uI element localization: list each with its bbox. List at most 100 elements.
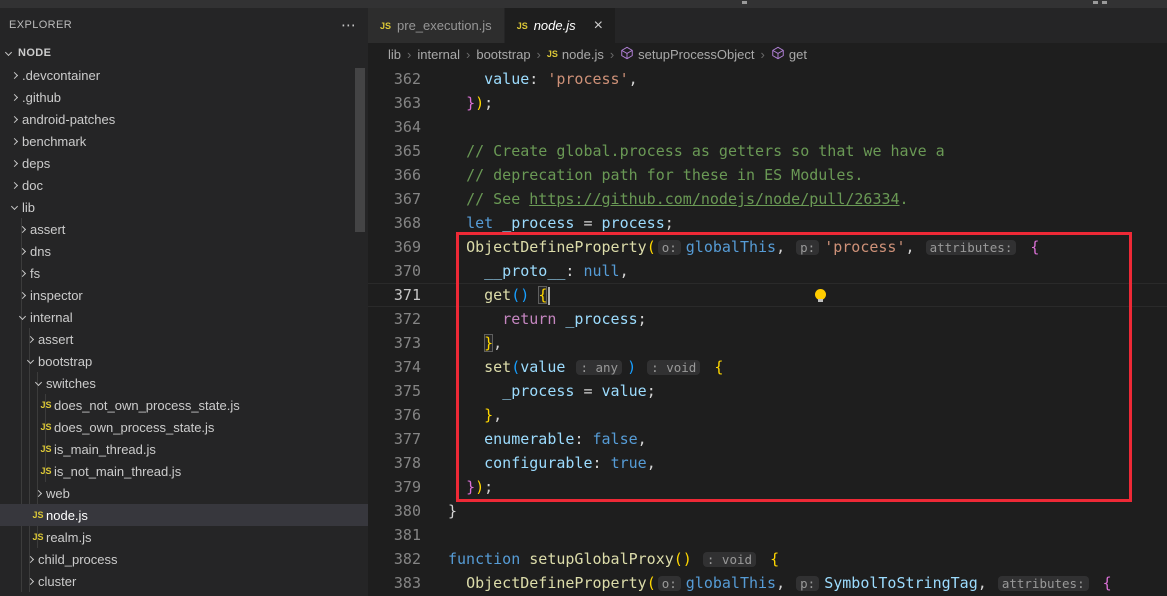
line-number[interactable]: 376 (368, 403, 448, 427)
chevron-down-icon (30, 382, 46, 385)
tree-item-cluster[interactable]: cluster (0, 570, 368, 592)
code-line-content: // Create global.process as getters so t… (448, 139, 945, 163)
line-number[interactable]: 365 (368, 139, 448, 163)
more-actions-icon[interactable]: ⋯ (341, 16, 356, 34)
breadcrumb-item-lib[interactable]: lib (388, 47, 401, 62)
tree-item-internal[interactable]: internal (0, 306, 368, 328)
code-line-381[interactable]: 381 (368, 523, 1167, 547)
chevron-right-icon (6, 161, 22, 166)
code-line-366[interactable]: 366 // deprecation path for these in ES … (368, 163, 1167, 187)
tree-item-inspector[interactable]: inspector (0, 284, 368, 306)
code-line-367[interactable]: 367 // See https://github.com/nodejs/nod… (368, 187, 1167, 211)
line-number[interactable]: 375 (368, 379, 448, 403)
line-number[interactable]: 379 (368, 475, 448, 499)
tree-item-benchmark[interactable]: benchmark (0, 130, 368, 152)
chevron-down-icon (5, 48, 12, 55)
tree-item-label: android-patches (22, 112, 115, 127)
tree-item-fs[interactable]: fs (0, 262, 368, 284)
tree-item-label: switches (46, 376, 96, 391)
line-number[interactable]: 382 (368, 547, 448, 571)
code-line-362[interactable]: 362 value: 'process', (368, 67, 1167, 91)
tree-item-doc[interactable]: doc (0, 174, 368, 196)
tree-item-is_not_main_thread.js[interactable]: JSis_not_main_thread.js (0, 460, 368, 482)
tree-item-label: doc (22, 178, 43, 193)
chevron-right-icon (14, 271, 30, 276)
breadcrumb-item-setupProcessObject[interactable]: setupProcessObject (620, 46, 754, 63)
js-file-icon: JS (547, 49, 558, 59)
js-file-icon: JS (517, 21, 528, 31)
line-number[interactable]: 364 (368, 115, 448, 139)
tree-item-assert[interactable]: assert (0, 328, 368, 350)
chevron-right-icon (6, 117, 22, 122)
tree-item-android-patches[interactable]: android-patches (0, 108, 368, 130)
line-number[interactable]: 367 (368, 187, 448, 211)
code-line-364[interactable]: 364 (368, 115, 1167, 139)
line-number[interactable]: 374 (368, 355, 448, 379)
tree-item-child_process[interactable]: child_process (0, 548, 368, 570)
tree-item-label: fs (30, 266, 40, 281)
line-number[interactable]: 366 (368, 163, 448, 187)
editor-group: JSpre_execution.jsJSnode.js× lib›interna… (368, 8, 1167, 596)
line-number[interactable]: 380 (368, 499, 448, 523)
code-line-383[interactable]: 383 ObjectDefineProperty(o:globalThis, p… (368, 571, 1167, 595)
line-number[interactable]: 362 (368, 67, 448, 91)
tree-item-lib[interactable]: lib (0, 196, 368, 218)
line-number[interactable]: 383 (368, 571, 448, 595)
code-line-380[interactable]: 380} (368, 499, 1167, 523)
code-line-content: } (448, 499, 457, 523)
tree-item-.devcontainer[interactable]: .devcontainer (0, 64, 368, 86)
code-line-363[interactable]: 363 }); (368, 91, 1167, 115)
line-number[interactable]: 381 (368, 523, 448, 547)
close-icon[interactable]: × (594, 18, 603, 34)
tree-item-label: assert (38, 332, 73, 347)
code-line-content: }); (448, 91, 493, 115)
code-area[interactable]: 362 value: 'process',363 });364365 // Cr… (368, 65, 1167, 596)
breadcrumb-item-get[interactable]: get (771, 46, 807, 63)
line-number[interactable]: 368 (368, 211, 448, 235)
tree-item-is_main_thread.js[interactable]: JSis_main_thread.js (0, 438, 368, 460)
symbol-method-icon (620, 46, 638, 63)
tree-item-bootstrap[interactable]: bootstrap (0, 350, 368, 372)
tree-item-web[interactable]: web (0, 482, 368, 504)
tree-item-label: dns (30, 244, 51, 259)
tree-item-label: internal (30, 310, 73, 325)
tree-item-switches[interactable]: switches (0, 372, 368, 394)
tab-pre_execution.js[interactable]: JSpre_execution.js (368, 8, 505, 43)
chevron-right-icon (22, 557, 38, 562)
tree-item-does_not_own_process_state.js[interactable]: JSdoes_not_own_process_state.js (0, 394, 368, 416)
code-line-365[interactable]: 365 // Create global.process as getters … (368, 139, 1167, 163)
tree-item-node.js[interactable]: JSnode.js (0, 504, 368, 526)
tree-item-does_own_process_state.js[interactable]: JSdoes_own_process_state.js (0, 416, 368, 438)
line-number[interactable]: 363 (368, 91, 448, 115)
line-number[interactable]: 370 (368, 259, 448, 283)
tree-section-node[interactable]: NODE (0, 42, 368, 64)
line-number[interactable]: 371 (368, 283, 448, 307)
tree-item-.github[interactable]: .github (0, 86, 368, 108)
breadcrumb-label: bootstrap (476, 47, 530, 62)
tree-item-realm.js[interactable]: JSrealm.js (0, 526, 368, 548)
tree-item-assert[interactable]: assert (0, 218, 368, 240)
line-number[interactable]: 372 (368, 307, 448, 331)
breadcrumb-separator-icon: › (610, 47, 614, 62)
line-number[interactable]: 373 (368, 331, 448, 355)
titlebar-text-fragment (1102, 1, 1107, 4)
tree-item-dns[interactable]: dns (0, 240, 368, 262)
workbench: EXPLORER ⋯ NODE .devcontainer.githubandr… (0, 8, 1167, 596)
code-line-382[interactable]: 382function setupGlobalProxy() : void { (368, 547, 1167, 571)
tree-item-label: lib (22, 200, 35, 215)
line-number[interactable]: 377 (368, 427, 448, 451)
line-number[interactable]: 369 (368, 235, 448, 259)
tree-item-deps[interactable]: deps (0, 152, 368, 174)
breadcrumb-separator-icon: › (537, 47, 541, 62)
chevron-right-icon (14, 293, 30, 298)
tab-node.js[interactable]: JSnode.js× (505, 8, 616, 43)
code-line-content: // See https://github.com/nodejs/node/pu… (448, 187, 909, 211)
tab-bar: JSpre_execution.jsJSnode.js× (368, 8, 1167, 43)
breadcrumb-item-bootstrap[interactable]: bootstrap (476, 47, 530, 62)
breadcrumb-item-internal[interactable]: internal (417, 47, 460, 62)
breadcrumb-item-node.js[interactable]: JSnode.js (547, 47, 604, 62)
code-line-content: function setupGlobalProxy() : void { (448, 547, 779, 571)
lightbulb-icon[interactable] (815, 289, 826, 300)
line-number[interactable]: 378 (368, 451, 448, 475)
js-file-icon: JS (30, 532, 46, 542)
